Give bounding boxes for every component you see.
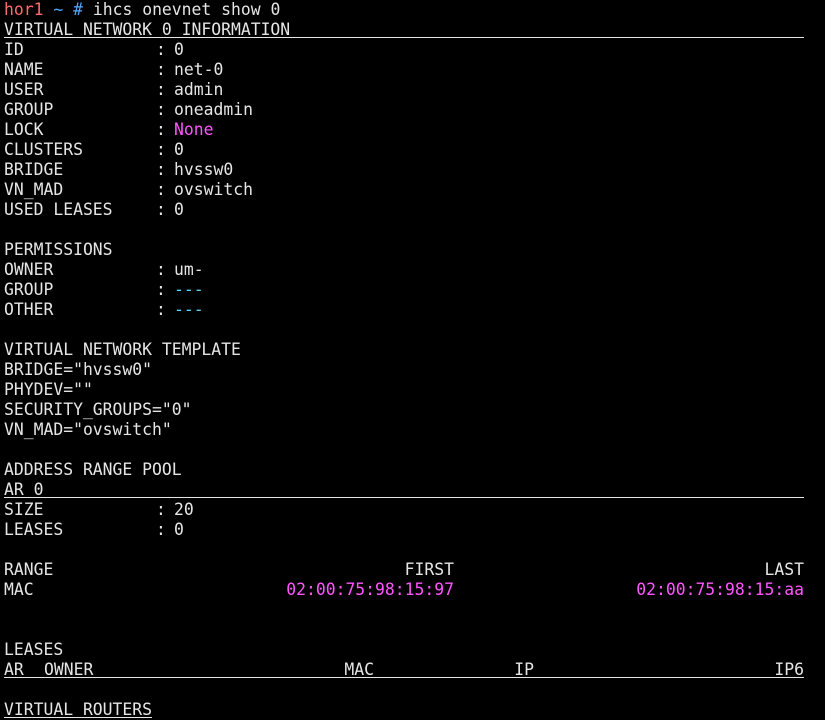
kv-separator: : (156, 160, 166, 179)
command-prompt-line: hor1 ~ # ihcs onevnet show 0 (4, 0, 280, 20)
range-col-header: RANGE (4, 560, 54, 579)
info-key-group: GROUP (4, 100, 54, 119)
info-key-bridge: BRIDGE (4, 160, 64, 179)
info-key-name: NAME (4, 60, 44, 79)
leases-divider (4, 677, 804, 678)
kv-separator: : (156, 520, 166, 539)
ar-value-leases: 0 (174, 520, 184, 539)
leases-section-header: LEASES (4, 640, 64, 659)
ar-pool-section-header: ADDRESS RANGE POOL (4, 460, 182, 479)
info-value-lock: None (174, 120, 214, 139)
kv-separator: : (156, 60, 166, 79)
perm-key-other: OTHER (4, 300, 54, 319)
info-value-group: oneadmin (174, 100, 253, 119)
info-value-id: 0 (174, 40, 184, 59)
template-line: BRIDGE="hvssw0" (4, 360, 153, 379)
ar-value-size: 20 (174, 500, 194, 519)
ar-divider (4, 497, 804, 498)
vrouters-section-header: VIRTUAL ROUTERS (4, 700, 153, 719)
prompt-hostname: hor1 (4, 0, 44, 19)
command-text: ihcs onevnet show 0 (92, 0, 281, 19)
template-line: PHYDEV="" (4, 380, 93, 399)
info-value-user: admin (174, 80, 224, 99)
perm-value-group: --- (174, 280, 204, 299)
kv-separator: : (156, 80, 166, 99)
info-value-name: net-0 (174, 60, 224, 79)
template-line: SECURITY_GROUPS="0" (4, 400, 192, 419)
info-key-clusters: CLUSTERS (4, 140, 83, 159)
range-first-mac: 02:00:75:98:15:97 (286, 580, 454, 599)
info-value-clusters: 0 (174, 140, 184, 159)
info-key-vn-mad: VN_MAD (4, 180, 64, 199)
ar-key-leases: LEASES (4, 520, 64, 539)
perm-key-group: GROUP (4, 280, 54, 299)
info-key-user: USER (4, 80, 44, 99)
template-section-header: VIRTUAL NETWORK TEMPLATE (4, 340, 241, 359)
prompt-symbol: # (73, 0, 83, 19)
first-col-header: FIRST (404, 560, 454, 579)
info-value-used-leases: 0 (174, 200, 184, 219)
template-line: VN_MAD="ovswitch" (4, 420, 172, 439)
header-divider (4, 37, 804, 38)
kv-separator: : (156, 120, 166, 139)
ar-key-size: SIZE (4, 500, 44, 519)
info-key-lock: LOCK (4, 120, 44, 139)
info-value-bridge: hvssw0 (174, 160, 234, 179)
kv-separator: : (156, 40, 166, 59)
kv-separator: : (156, 100, 166, 119)
kv-separator: : (156, 200, 166, 219)
perm-key-owner: OWNER (4, 260, 54, 279)
last-col-header: LAST (764, 560, 804, 579)
perm-value-owner: um- (174, 260, 204, 279)
permissions-section-header: PERMISSIONS (4, 240, 113, 259)
perm-value-other: --- (174, 300, 204, 319)
info-value-vn-mad: ovswitch (174, 180, 253, 199)
info-key-used-leases: USED LEASES (4, 200, 113, 219)
kv-separator: : (156, 500, 166, 519)
range-last-mac: 02:00:75:98:15:aa (636, 580, 804, 599)
range-row-label: MAC (4, 580, 34, 599)
kv-separator: : (156, 280, 166, 299)
prompt-path: ~ (53, 0, 64, 19)
kv-separator: : (156, 140, 166, 159)
kv-separator: : (156, 300, 166, 319)
info-key-id: ID (4, 40, 24, 59)
kv-separator: : (156, 260, 166, 279)
kv-separator: : (156, 180, 166, 199)
